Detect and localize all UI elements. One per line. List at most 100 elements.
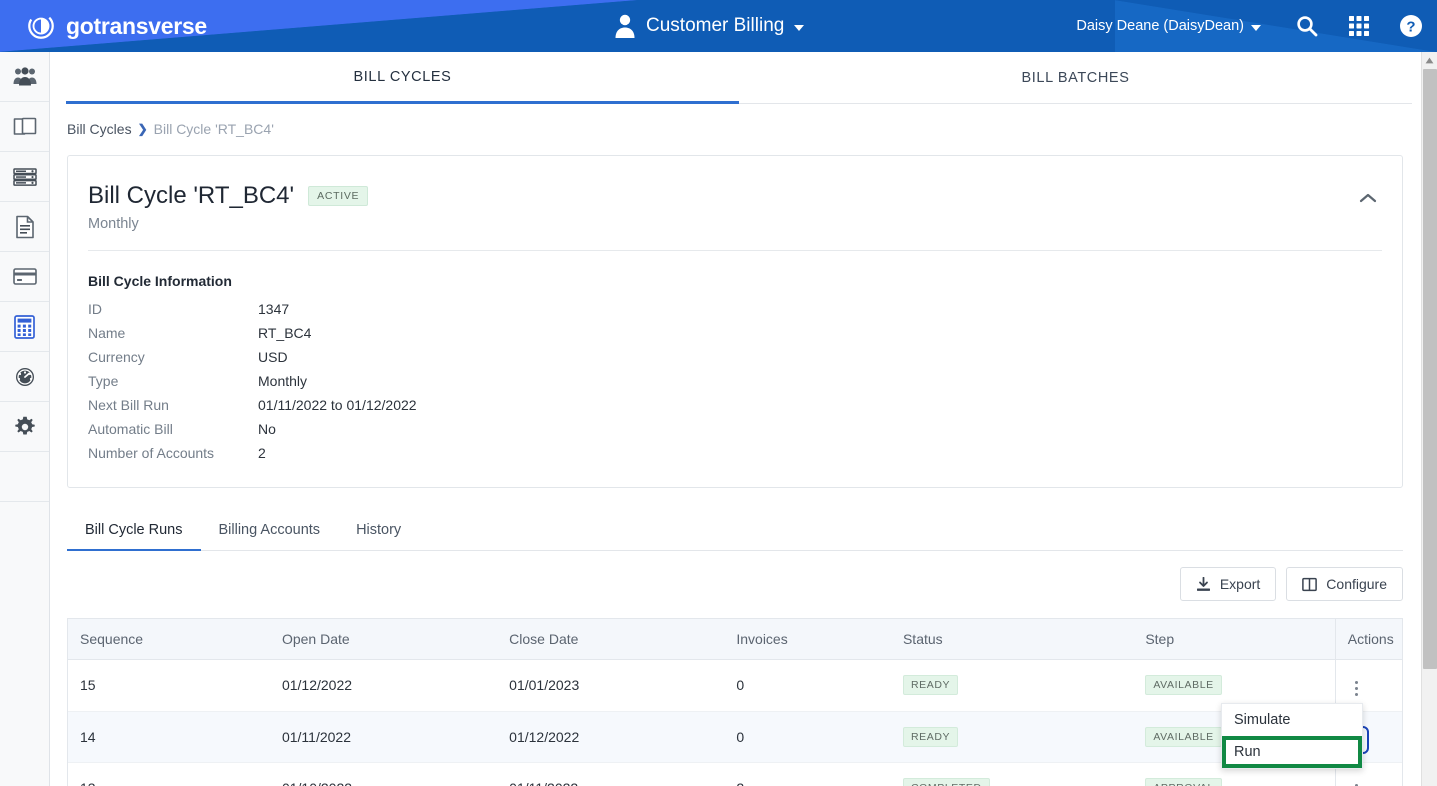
cell-close-date: 01/12/2022	[497, 711, 725, 763]
svg-text:?: ?	[1406, 19, 1415, 36]
document-icon	[15, 215, 35, 239]
kebab-menu-icon[interactable]	[1348, 678, 1366, 700]
info-row-type: Type Monthly	[88, 369, 417, 393]
help-button[interactable]: ?	[1385, 0, 1437, 52]
sidebar-item-billing[interactable]	[0, 302, 49, 352]
gear-icon	[14, 416, 36, 438]
context-menu-customer-billing[interactable]: Customer Billing	[613, 0, 805, 52]
actions-dropdown-menu: Simulate Run	[1221, 703, 1363, 769]
cell-invoices: 0	[724, 711, 891, 763]
credit-card-icon	[12, 268, 37, 285]
scroll-up-arrow-icon[interactable]	[1422, 52, 1437, 68]
column-header-close-date[interactable]: Close Date	[497, 619, 725, 660]
card-divider	[88, 250, 1382, 251]
cell-open-date: 01/10/2022	[269, 762, 498, 786]
tab-history[interactable]: History	[338, 510, 419, 551]
cell-invoices: 2	[724, 762, 891, 786]
download-icon	[1196, 576, 1211, 592]
table-header: Sequence Open Date Close Date Invoices S…	[68, 619, 1402, 660]
configure-button[interactable]: Configure	[1286, 567, 1403, 601]
person-icon	[613, 13, 637, 39]
table-row[interactable]: 15 01/12/2022 01/01/2023 0 READY AVAILAB…	[68, 659, 1402, 712]
sidebar-item-documents[interactable]	[0, 202, 49, 252]
page-scrollbar[interactable]	[1421, 52, 1437, 786]
user-menu[interactable]: Daisy Deane (DaisyDean)	[1076, 18, 1281, 34]
cell-status: READY	[890, 711, 1134, 763]
search-icon	[1296, 15, 1318, 37]
info-row-id: ID 1347	[88, 297, 417, 321]
sidebar-item-servers[interactable]	[0, 152, 49, 202]
info-row-next-bill-run: Next Bill Run 01/11/2022 to 01/12/2022	[88, 393, 417, 417]
step-badge: APPROVAL	[1145, 778, 1222, 786]
cell-sequence: 14	[68, 711, 270, 763]
step-badge: AVAILABLE	[1145, 726, 1222, 747]
export-button[interactable]: Export	[1179, 567, 1277, 601]
table-header-row: Sequence Open Date Close Date Invoices S…	[68, 619, 1402, 660]
sidebar-item-customers[interactable]	[0, 52, 49, 102]
tab-bill-cycle-runs[interactable]: Bill Cycle Runs	[67, 510, 201, 551]
column-header-actions: Actions	[1334, 619, 1402, 660]
sidebar-item-dashboard[interactable]	[0, 352, 49, 402]
sidebar-item-products[interactable]	[0, 102, 49, 152]
top-header-bar: gotransverse Customer Billing Daisy Dean…	[0, 0, 1437, 52]
column-header-step[interactable]: Step	[1133, 619, 1336, 660]
calculator-icon	[14, 314, 35, 339]
brand-logo-link[interactable]: gotransverse	[26, 0, 207, 52]
bill-cycle-runs-table: Sequence Open Date Close Date Invoices S…	[68, 619, 1402, 786]
context-menu-label: Customer Billing	[646, 15, 785, 36]
info-row-number-of-accounts: Number of Accounts 2	[88, 441, 417, 465]
columns-icon	[1302, 577, 1318, 592]
tab-bill-cycles[interactable]: BILL CYCLES	[66, 52, 739, 104]
search-button[interactable]	[1281, 0, 1333, 52]
cell-sequence: 15	[68, 659, 270, 712]
cell-invoices: 0	[724, 659, 891, 712]
bill-cycle-info-table: ID 1347 Name RT_BC4 Currency USD Type Mo…	[88, 297, 417, 465]
menu-item-simulate[interactable]: Simulate	[1222, 704, 1362, 736]
info-value: 01/11/2022 to 01/12/2022	[258, 397, 417, 413]
status-badge: ACTIVE	[308, 186, 369, 206]
sidebar-item-blank	[0, 452, 49, 502]
bill-cycle-runs-table-wrapper: Sequence Open Date Close Date Invoices S…	[67, 618, 1403, 786]
cell-close-date: 01/11/2022	[497, 762, 725, 786]
table-row[interactable]: 13 01/10/2022 01/11/2022 2 COMPLETED APP…	[68, 762, 1402, 786]
chevron-down-icon	[794, 24, 805, 31]
info-value: 2	[258, 445, 266, 461]
grid-apps-icon	[1349, 16, 1369, 36]
bill-cycle-detail-card: Bill Cycle 'RT_BC4' ACTIVE Monthly Bill …	[67, 155, 1403, 488]
status-badge: COMPLETED	[902, 778, 990, 786]
cell-close-date: 01/01/2023	[497, 659, 725, 712]
collapse-card-button[interactable]	[1352, 184, 1384, 216]
top-tab-bar: BILL CYCLES BILL BATCHES	[66, 52, 1412, 104]
column-header-invoices[interactable]: Invoices	[724, 619, 891, 660]
tab-billing-accounts[interactable]: Billing Accounts	[201, 510, 339, 551]
table-row[interactable]: 14 01/11/2022 01/12/2022 0 READY AVAILAB…	[68, 711, 1402, 763]
tab-bill-batches[interactable]: BILL BATCHES	[739, 52, 1412, 104]
info-label: Next Bill Run	[88, 397, 169, 413]
section-title-bill-cycle-information: Bill Cycle Information	[88, 273, 232, 289]
left-sidebar	[0, 52, 50, 786]
info-value: No	[258, 421, 276, 437]
scrollbar-thumb[interactable]	[1423, 69, 1437, 669]
table-body: 15 01/12/2022 01/01/2023 0 READY AVAILAB…	[68, 659, 1402, 786]
column-header-sequence[interactable]: Sequence	[68, 619, 270, 660]
sidebar-item-payments[interactable]	[0, 252, 49, 302]
table-toolbar: Export Configure	[67, 567, 1403, 601]
brand-name: gotransverse	[66, 12, 207, 39]
help-circle-icon: ?	[1399, 14, 1423, 38]
card-subtitle: Monthly	[88, 216, 139, 232]
card-header: Bill Cycle 'RT_BC4' ACTIVE Monthly	[68, 156, 1402, 232]
cell-status: COMPLETED	[890, 762, 1134, 786]
sidebar-item-settings[interactable]	[0, 402, 49, 452]
info-row-name: Name RT_BC4	[88, 321, 417, 345]
info-row-currency: Currency USD	[88, 345, 417, 369]
column-header-status[interactable]: Status	[890, 619, 1134, 660]
cell-sequence: 13	[68, 762, 270, 786]
cell-open-date: 01/11/2022	[269, 711, 498, 763]
breadcrumb-root[interactable]: Bill Cycles	[67, 121, 132, 137]
kebab-menu-icon[interactable]	[1348, 781, 1366, 786]
column-header-open-date[interactable]: Open Date	[269, 619, 498, 660]
card-title-row: Bill Cycle 'RT_BC4' ACTIVE	[88, 182, 1378, 210]
main-content: BILL CYCLES BILL BATCHES Bill Cycles ❯ B…	[50, 52, 1421, 786]
apps-button[interactable]	[1333, 0, 1385, 52]
menu-item-run[interactable]: Run	[1222, 736, 1362, 768]
